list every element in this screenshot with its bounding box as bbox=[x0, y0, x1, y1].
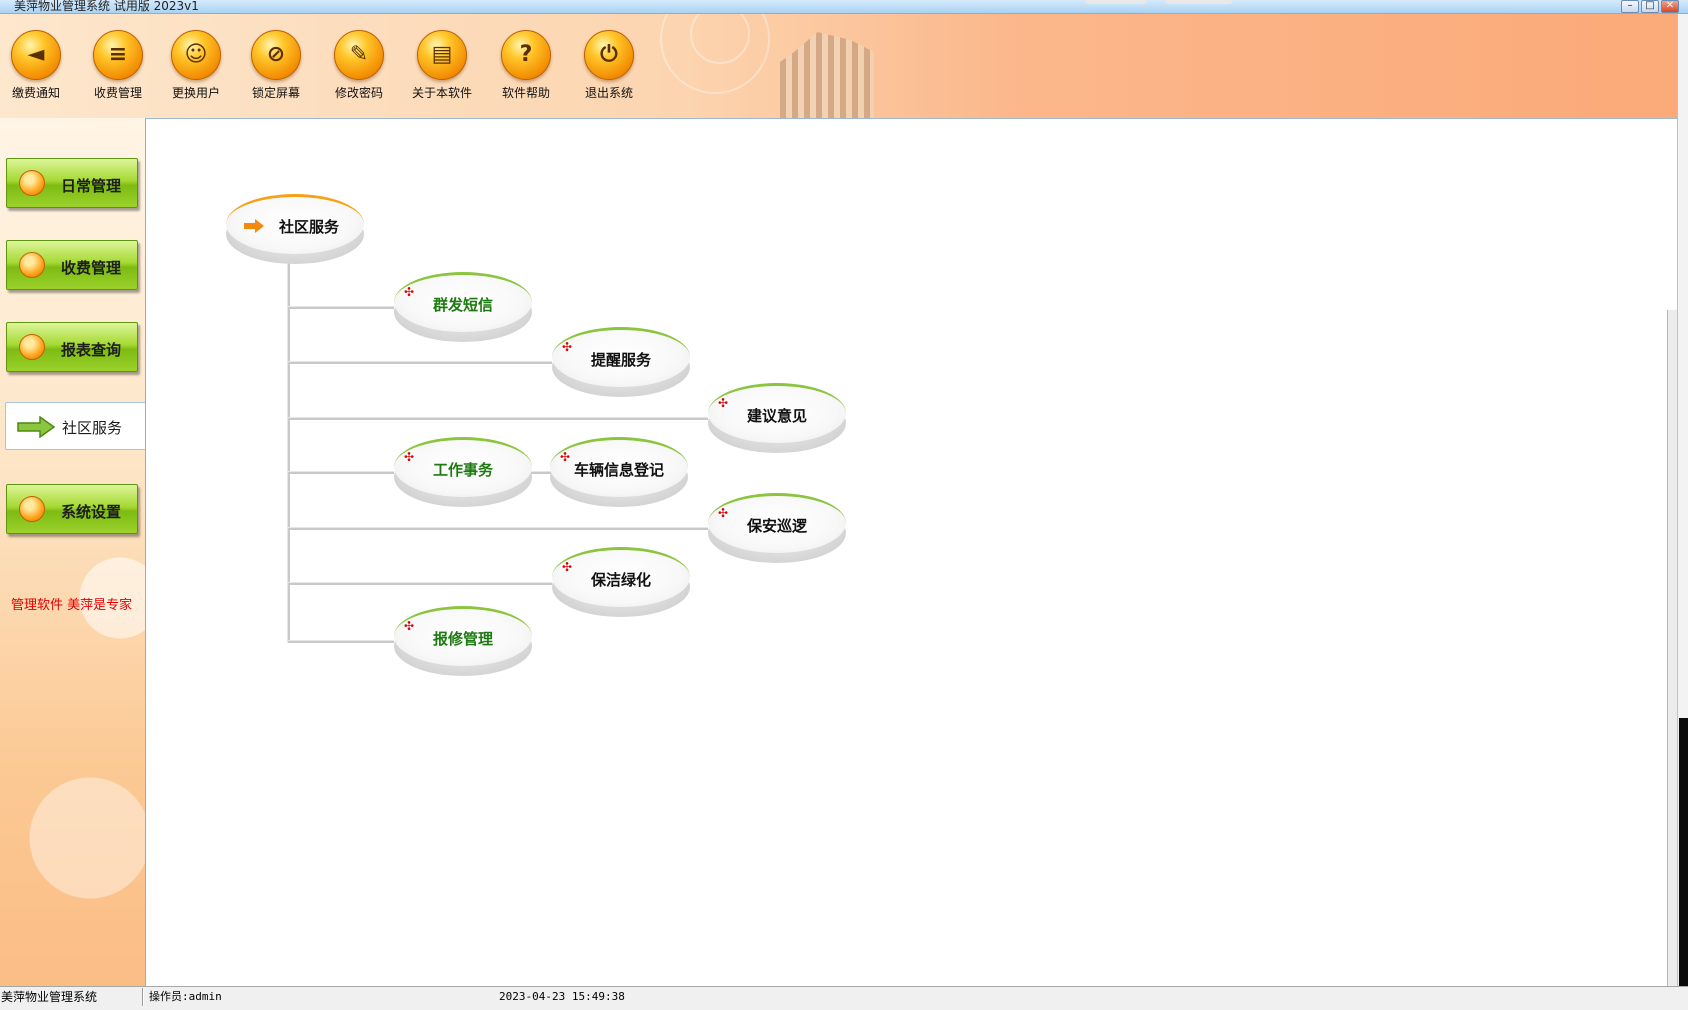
toolbar-label: 修改密码 bbox=[334, 86, 383, 100]
tree-node-repair-management[interactable]: ✣ 报修管理 bbox=[394, 606, 532, 676]
payment-notice-button[interactable]: ◄ 缴费通知 bbox=[0, 30, 76, 101]
toolbar-label: 退出系统 bbox=[584, 86, 633, 100]
orange-dot-icon bbox=[19, 252, 45, 278]
user-switch-icon: ☺ bbox=[171, 30, 221, 80]
toolbar-label: 收费管理 bbox=[93, 86, 142, 100]
status-app-name: 美萍物业管理系统 bbox=[1, 990, 98, 1004]
node-label: 保洁绿化 bbox=[590, 571, 651, 589]
toolbar-label: 更换用户 bbox=[171, 86, 220, 100]
toolbar: ◄ 缴费通知 ≡ 收费管理 ☺ 更换用户 ⊘ 锁定屏幕 ✎ 修改密码 ▤ 关于本… bbox=[0, 14, 1688, 118]
close-button[interactable]: ✕ bbox=[1661, 0, 1679, 13]
tree-branch-line bbox=[288, 417, 708, 420]
tree-node-work-affairs[interactable]: ✣ 工作事务 bbox=[394, 437, 532, 507]
main-panel: 社区服务 ✣ 群发短信 ✣ 提醒服务 ✣ 建议意见 ✣ 工作事务 ✣ 车辆信息登… bbox=[146, 118, 1688, 986]
sidebar-item-report-query[interactable]: 报表查询 bbox=[6, 322, 138, 372]
tree-branch-line bbox=[288, 361, 552, 364]
tree-node-security-patrol[interactable]: ✣ 保安巡逻 bbox=[708, 493, 846, 563]
about-document-icon: ▤ bbox=[417, 30, 467, 80]
document-list-icon: ≡ bbox=[93, 30, 143, 80]
title-bar: 美萍物业管理系统 试用版 2023v1 – □ ✕ bbox=[0, 0, 1688, 14]
switch-user-button[interactable]: ☺ 更换用户 bbox=[156, 30, 236, 101]
node-label: 车辆信息登记 bbox=[573, 461, 664, 479]
exit-button[interactable]: ⏻ 退出系统 bbox=[569, 30, 649, 101]
node-label: 报修管理 bbox=[432, 630, 493, 648]
power-icon: ⏻ bbox=[584, 30, 634, 80]
tree-node-suggestions[interactable]: ✣ 建议意见 bbox=[708, 383, 846, 453]
toolbar-label: 关于本软件 bbox=[411, 86, 472, 100]
about-button[interactable]: ▤ 关于本软件 bbox=[402, 30, 482, 101]
node-label: 建议意见 bbox=[746, 407, 807, 425]
sidebar-item-community-service[interactable]: 社区服务 bbox=[5, 402, 145, 450]
tree-node-vehicle-registration[interactable]: ✣ 车辆信息登记 bbox=[550, 437, 688, 507]
tree-node-reminder-service[interactable]: ✣ 提醒服务 bbox=[552, 327, 690, 397]
status-operator: 操作员:admin bbox=[149, 990, 222, 1003]
node-label: 保安巡逻 bbox=[746, 517, 807, 535]
toolbar-label: 缴费通知 bbox=[11, 86, 60, 100]
tree-branch-line bbox=[288, 527, 708, 530]
tree-node-mass-sms[interactable]: ✣ 群发短信 bbox=[394, 272, 532, 342]
tree-branch-line bbox=[288, 640, 394, 643]
orange-dot-icon bbox=[19, 334, 45, 360]
minimize-button[interactable]: – bbox=[1621, 0, 1639, 13]
tree-branch-line bbox=[288, 306, 394, 309]
lock-screen-button[interactable]: ⊘ 锁定屏幕 bbox=[236, 30, 316, 101]
ghost-tab bbox=[1085, 0, 1147, 4]
sidebar-item-label: 社区服务 bbox=[62, 419, 123, 437]
help-button[interactable]: ? 软件帮助 bbox=[486, 30, 566, 101]
question-mark-icon: ? bbox=[501, 30, 551, 80]
node-label: 提醒服务 bbox=[590, 351, 651, 369]
orange-dot-icon bbox=[19, 496, 45, 522]
building-image bbox=[780, 32, 874, 118]
status-separator bbox=[142, 988, 144, 1006]
node-label: 工作事务 bbox=[432, 461, 493, 479]
sidebar-item-label: 报表查询 bbox=[61, 341, 122, 359]
tree-branch-line bbox=[288, 471, 394, 474]
sidebar-item-fee-management[interactable]: 收费管理 bbox=[6, 240, 138, 290]
orange-dot-icon bbox=[19, 170, 45, 196]
lock-screen-icon: ⊘ bbox=[251, 30, 301, 80]
toolbar-label: 软件帮助 bbox=[501, 86, 550, 100]
sidebar-item-system-settings[interactable]: 系统设置 bbox=[6, 484, 138, 534]
megaphone-icon: ◄ bbox=[11, 30, 61, 80]
slogan-text: 管理软件 美萍是专家 bbox=[11, 598, 133, 613]
toolbar-label: 锁定屏幕 bbox=[251, 86, 300, 100]
change-password-button[interactable]: ✎ 修改密码 bbox=[319, 30, 399, 101]
tree-branch-line bbox=[288, 582, 552, 585]
sidebar-item-label: 系统设置 bbox=[61, 503, 122, 521]
status-datetime: 2023-04-23 15:49:38 bbox=[499, 990, 625, 1003]
sidebar-item-label: 收费管理 bbox=[61, 259, 122, 277]
green-arrow-icon bbox=[17, 416, 56, 438]
sidebar-item-label: 日常管理 bbox=[61, 177, 122, 195]
vertical-scrollbar[interactable] bbox=[1667, 310, 1677, 1000]
tree-root-community-service[interactable]: 社区服务 bbox=[226, 194, 364, 264]
sidebar-item-daily-management[interactable]: 日常管理 bbox=[6, 158, 138, 208]
window-title: 美萍物业管理系统 试用版 2023v1 bbox=[14, 0, 199, 13]
ghost-tab bbox=[1165, 0, 1233, 4]
scrollbar-dark-region bbox=[1679, 718, 1688, 990]
sidebar: 日常管理 收费管理 报表查询 社区服务 系统设置 管理软件 美萍是专家 bbox=[0, 118, 146, 986]
maximize-button[interactable]: □ bbox=[1641, 0, 1659, 13]
node-label: 社区服务 bbox=[278, 218, 339, 236]
wrench-key-icon: ✎ bbox=[334, 30, 384, 80]
tree-trunk-line bbox=[287, 261, 290, 643]
fee-management-button[interactable]: ≡ 收费管理 bbox=[78, 30, 158, 101]
status-bar: 美萍物业管理系统 操作员:admin 2023-04-23 15:49:38 bbox=[0, 986, 1688, 1010]
tree-node-cleaning-greening[interactable]: ✣ 保洁绿化 bbox=[552, 547, 690, 617]
node-label: 群发短信 bbox=[432, 296, 493, 314]
